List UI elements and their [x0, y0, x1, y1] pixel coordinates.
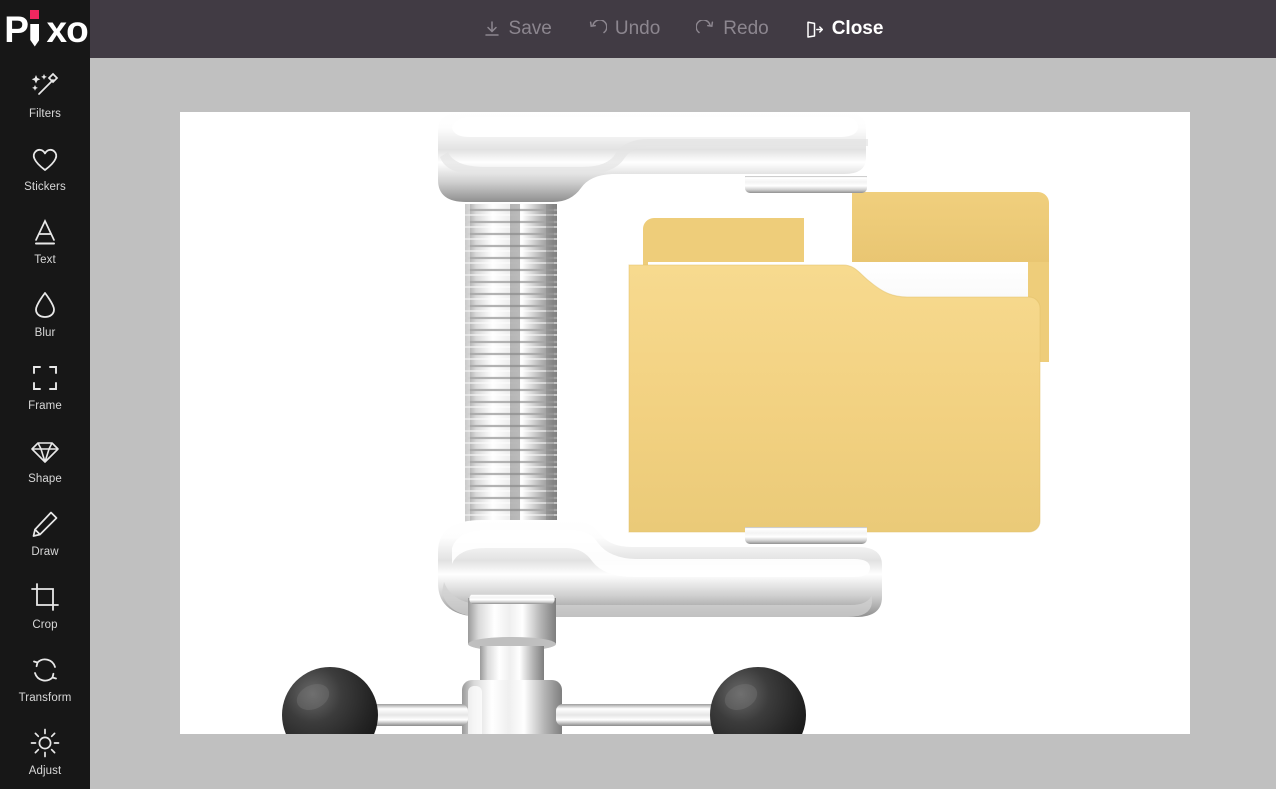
- sidebar-item-stickers[interactable]: Stickers: [0, 131, 90, 204]
- sidebar-item-filters[interactable]: Filters: [0, 58, 90, 131]
- sidebar-item-text[interactable]: Text: [0, 204, 90, 277]
- sidebar-item-label: Filters: [28, 108, 61, 120]
- heart-icon: [28, 142, 62, 176]
- close-button[interactable]: Close: [803, 14, 886, 44]
- water-drop-icon: [28, 288, 62, 322]
- pencil-icon: [28, 507, 62, 541]
- save-button[interactable]: Save: [481, 14, 554, 44]
- sidebar-item-label: Stickers: [24, 181, 66, 193]
- sidebar-item-adjust[interactable]: Adjust: [0, 715, 90, 788]
- sidebar-item-label: Adjust: [28, 765, 62, 777]
- sidebar-item-blur[interactable]: Blur: [0, 277, 90, 350]
- sidebar-item-crop[interactable]: Crop: [0, 569, 90, 642]
- sidebar-item-label: Blur: [34, 327, 56, 339]
- sidebar-item-transform[interactable]: Transform: [0, 642, 90, 715]
- undo-label: Undo: [614, 18, 661, 39]
- clamp-folder-illustration: [282, 112, 1049, 734]
- crop-icon: [28, 580, 62, 614]
- pixo-logo[interactable]: P xo: [0, 0, 90, 58]
- brightness-sun-icon: [28, 726, 62, 760]
- pixo-editor-window: P xo Filters Stickers Text Blur Frame Sh…: [0, 0, 1276, 789]
- undo-arrow-icon: [588, 19, 607, 39]
- exit-door-icon: [805, 20, 824, 39]
- redo-label: Redo: [723, 18, 769, 39]
- frame-corners-icon: [28, 361, 62, 395]
- sidebar-item-label: Frame: [28, 400, 62, 412]
- sidebar-item-label: Crop: [32, 619, 58, 631]
- logo-wordmark: P xo: [4, 8, 89, 50]
- diamond-icon: [28, 434, 62, 468]
- sidebar-item-label: Text: [34, 254, 56, 266]
- canvas-workspace[interactable]: [90, 58, 1276, 789]
- rotate-arrows-icon: [28, 653, 62, 687]
- sidebar-item-shape[interactable]: Shape: [0, 423, 90, 496]
- logo-accent-dot: [30, 9, 40, 19]
- editor-top-toolbar: Save Undo Redo Close: [90, 0, 1276, 58]
- download-icon: [483, 20, 501, 38]
- magic-wand-icon: [28, 69, 62, 103]
- image-canvas[interactable]: [180, 112, 1190, 734]
- sidebar-item-draw[interactable]: Draw: [0, 496, 90, 569]
- undo-button[interactable]: Undo: [586, 14, 662, 44]
- sidebar-item-label: Shape: [28, 473, 62, 485]
- sidebar-item-label: Transform: [18, 692, 72, 704]
- sidebar-item-frame[interactable]: Frame: [0, 350, 90, 423]
- redo-button[interactable]: Redo: [694, 14, 770, 44]
- save-label: Save: [508, 18, 552, 39]
- left-toolbar-sidebar: P xo Filters Stickers Text Blur Frame Sh…: [0, 0, 90, 789]
- close-label: Close: [831, 18, 884, 39]
- redo-arrow-icon: [696, 19, 715, 39]
- letter-a-icon: [28, 215, 62, 249]
- logo-pencil-icon: [30, 23, 40, 47]
- sidebar-item-label: Draw: [31, 546, 59, 558]
